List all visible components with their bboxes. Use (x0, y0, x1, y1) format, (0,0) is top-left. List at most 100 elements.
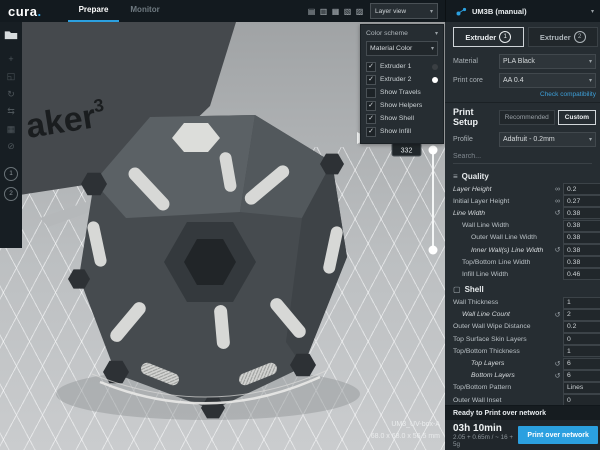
chevron-down-icon[interactable]: ▾ (591, 8, 594, 15)
checkbox-icon[interactable] (366, 88, 376, 98)
view-front-icon[interactable]: ▥ (319, 7, 328, 16)
rotate-tool-icon[interactable]: ↻ (3, 87, 19, 102)
reset-icon[interactable]: ↺ (552, 209, 563, 217)
checkbox-icon[interactable]: ✓ (366, 62, 376, 72)
move-tool-icon[interactable]: + (3, 52, 19, 67)
checkbox-icon[interactable]: ✓ (366, 127, 376, 137)
color-scheme-items: ✓Extruder 1✓Extruder 2Show Travels✓Show … (366, 60, 438, 138)
setting-value-input[interactable]: 1 (563, 345, 600, 357)
setting-value-input[interactable]: 0 (563, 394, 600, 405)
setting-label: Top/Bottom Pattern (453, 384, 552, 391)
custom-button[interactable]: Custom (558, 110, 596, 125)
color-scheme-item[interactable]: ✓Show Infill (366, 125, 438, 138)
settings-list: ≡QualityLayer Height∞0.2Initial Layer He… (445, 166, 600, 405)
color-scheme-item[interactable]: ✓Extruder 1 (366, 60, 438, 73)
color-scheme-header[interactable]: Color scheme ▾ (366, 28, 438, 39)
extruder-2-tab[interactable]: Extruder 2 (528, 27, 599, 47)
section-header-quality[interactable]: ≡Quality (445, 167, 600, 183)
chevron-down-icon: ▾ (431, 45, 434, 52)
setting-label: Bottom Layers (471, 372, 552, 379)
section-header-shell[interactable]: ▢Shell (445, 281, 600, 297)
toolbar-extruder-2[interactable]: 2 (4, 187, 18, 201)
printer-header[interactable]: UM3B (manual) ▾ (445, 0, 600, 22)
link-icon[interactable]: ∞ (552, 186, 563, 193)
setting-row: Top/Bottom Pattern Lines (445, 382, 600, 394)
view-3d-icon[interactable]: ▤ (307, 7, 316, 16)
left-toolbar: +◱↻⇆▦⊘ 12 (0, 22, 22, 248)
print-core-dropdown[interactable]: AA 0.4 ▾ (499, 73, 596, 88)
setting-label: Wall Line Width (462, 222, 552, 229)
setting-label: Outer Wall Inset (453, 397, 552, 404)
setting-label: Outer Wall Wipe Distance (453, 323, 552, 330)
setting-value-input[interactable]: 0.2 (563, 183, 600, 195)
network-printer-icon (456, 7, 467, 16)
open-file-icon[interactable] (4, 29, 18, 40)
stage-tabs: Prepare Monitor (68, 0, 171, 22)
setting-value-input[interactable]: 0.2 (563, 321, 600, 333)
model-dimensions-text: 68.0 x 68.0 x 56.5 mm (371, 433, 440, 440)
setting-value-input[interactable]: 0 (563, 333, 600, 345)
check-compatibility-link[interactable]: Check compatibility (445, 90, 600, 103)
tab-monitor[interactable]: Monitor (119, 0, 170, 22)
extruder-1-tab[interactable]: Extruder 1 (453, 27, 524, 47)
print-settings-panel: Extruder 1 Extruder 2 Material PLA Black… (445, 22, 600, 450)
section-title: Quality (462, 172, 489, 181)
ready-status: Ready to Print over network (445, 405, 600, 420)
view-left-icon[interactable]: ▧ (343, 7, 352, 16)
tool-icons: + ◱ ↻ ⇆ ▦ ⊘ (3, 49, 19, 157)
setting-label: Top/Bottom Line Width (462, 259, 552, 266)
reset-icon[interactable]: ↺ (552, 360, 563, 368)
setting-row: Infill Line Width0.46 (445, 268, 600, 280)
recommended-button[interactable]: Recommended (499, 110, 555, 125)
search-input[interactable] (453, 153, 592, 160)
color-scheme-item[interactable]: Show Travels (366, 86, 438, 99)
reset-icon[interactable]: ↺ (552, 246, 563, 254)
setting-value-input[interactable]: 6 (563, 358, 600, 370)
color-scheme-item[interactable]: ✓ Show Shell (366, 112, 438, 125)
layer-slider[interactable]: 332 (392, 143, 438, 255)
setting-row: Top/Bottom Line Width 0.38 (445, 256, 600, 268)
top-bar: cura. Prepare Monitor ▤▥▦▧▨ Layer view ▾ (0, 0, 445, 22)
view-mode-dropdown[interactable]: Layer view ▾ (370, 3, 438, 19)
checkbox-icon[interactable]: ✓ (366, 114, 376, 124)
toolbar-extruders: 12 (4, 167, 18, 201)
toolbar-extruder-1[interactable]: 1 (4, 167, 18, 181)
layer-slider-top-handle (429, 146, 438, 155)
color-scheme-item[interactable]: ✓Show Helpers (366, 99, 438, 112)
material-dropdown[interactable]: PLA Black ▾ (499, 54, 596, 69)
reset-icon[interactable]: ↺ (552, 311, 563, 319)
setting-value-input[interactable]: 0.38 (563, 256, 600, 268)
color-scheme-title: Color scheme (366, 30, 408, 37)
view-top-icon[interactable]: ▦ (331, 7, 340, 16)
print-setup-title: Print Setup (453, 107, 499, 127)
setting-value-input[interactable]: 2 (563, 309, 600, 321)
profile-row: Profile Adafruit - 0.2mm ▾ (445, 130, 600, 149)
tab-prepare[interactable]: Prepare (68, 0, 120, 22)
checkbox-icon[interactable]: ✓ (366, 75, 376, 85)
color-scheme-item[interactable]: ✓Extruder 2 (366, 73, 438, 86)
checkbox-icon[interactable]: ✓ (366, 101, 376, 111)
setting-value-input[interactable]: 0.38 (563, 220, 600, 232)
mirror-tool-icon[interactable]: ⇆ (3, 104, 19, 119)
per-model-settings-icon[interactable]: ▦ (3, 122, 19, 137)
link-icon[interactable]: ∞ (552, 198, 563, 205)
color-scheme-dropdown[interactable]: Material Color ▾ (366, 41, 438, 56)
setting-value-input[interactable]: 6 (563, 370, 600, 382)
scale-tool-icon[interactable]: ◱ (3, 69, 19, 84)
support-blocker-icon[interactable]: ⊘ (3, 139, 19, 154)
setting-value-input[interactable]: 0.27 (563, 195, 600, 207)
setting-value-input[interactable]: 0.46 (563, 268, 600, 280)
checkbox-label: Show Shell (380, 115, 414, 122)
extruder-tab-label: Extruder (540, 33, 571, 42)
setting-value-input[interactable]: Lines (563, 382, 600, 394)
setting-value-input[interactable]: 0.38 (563, 232, 600, 244)
setting-label: Top Surface Skin Layers (453, 336, 552, 343)
print-over-network-button[interactable]: Print over network (518, 426, 598, 444)
setting-row: Initial Layer Height∞0.27 (445, 195, 600, 207)
view-right-icon[interactable]: ▨ (355, 7, 364, 16)
reset-icon[interactable]: ↺ (552, 372, 563, 380)
setting-value-input[interactable]: 0.38 (563, 244, 600, 256)
setting-value-input[interactable]: 1 (563, 297, 600, 309)
profile-dropdown[interactable]: Adafruit - 0.2mm ▾ (499, 132, 596, 147)
setting-value-input[interactable]: 0.38 (563, 207, 600, 219)
